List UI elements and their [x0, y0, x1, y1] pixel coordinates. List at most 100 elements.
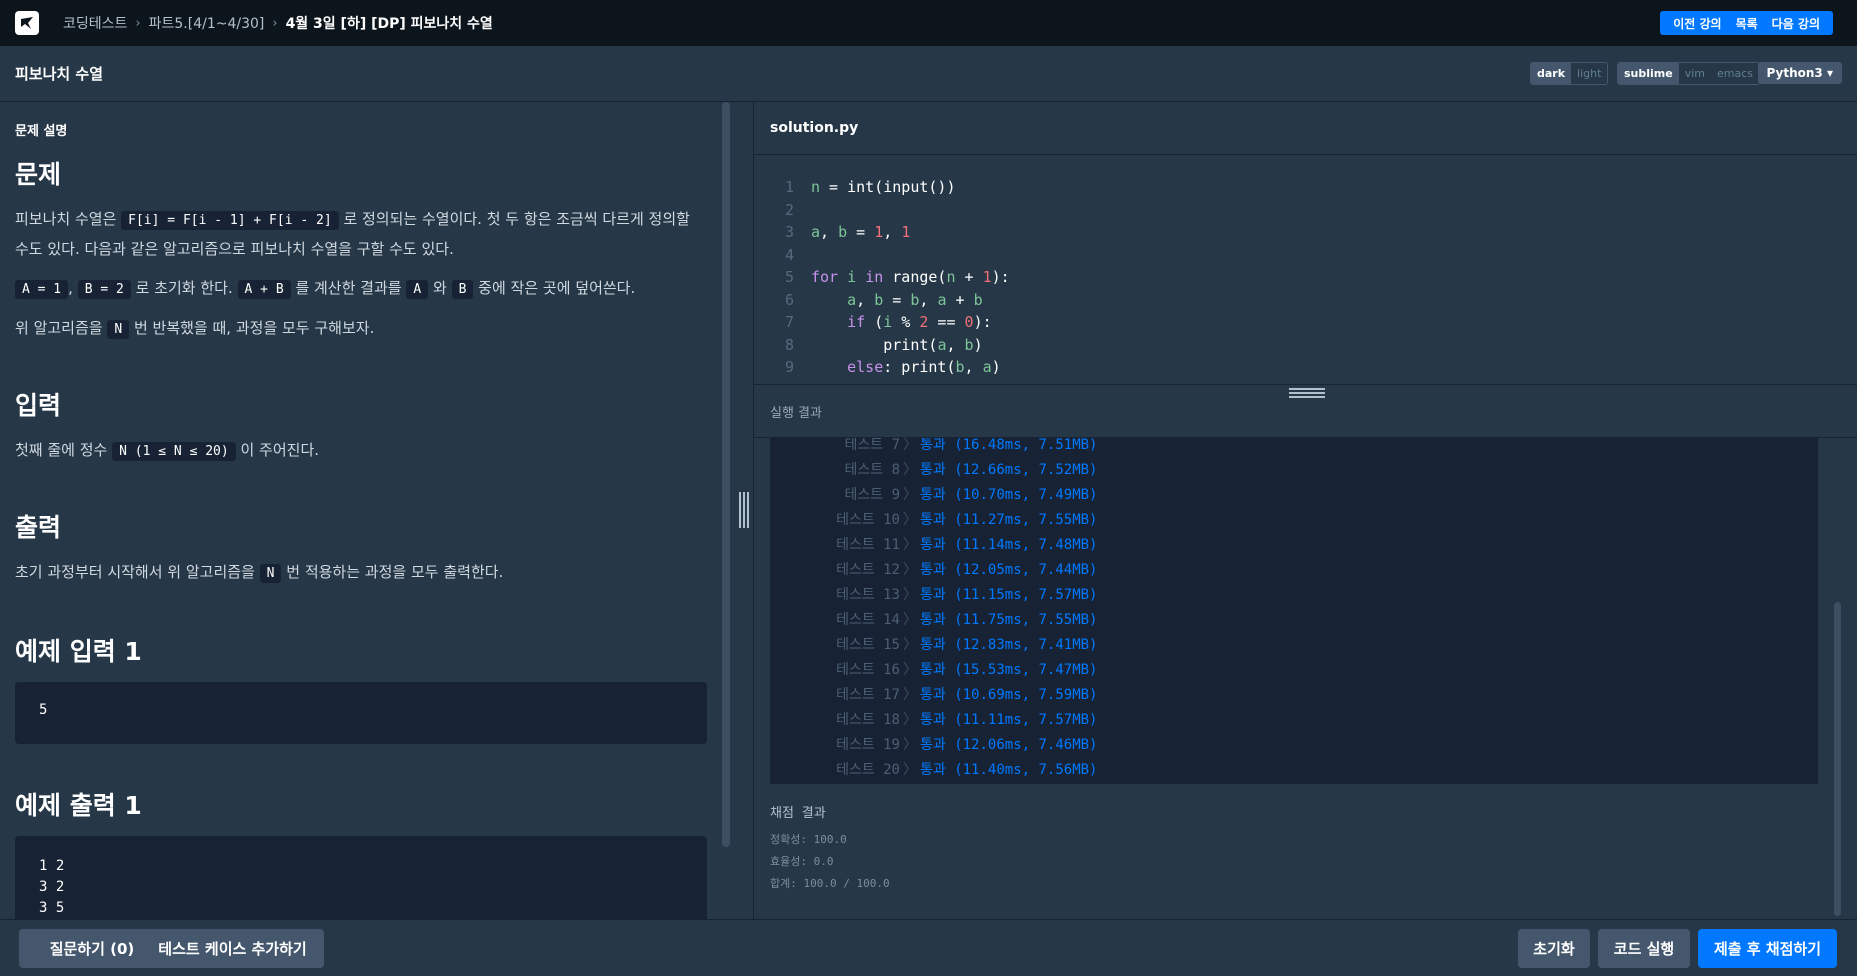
problem-paragraph-3: 위 알고리즘을 N 번 반복했을 때, 과정을 모두 구해보자. — [15, 314, 707, 344]
heading-output: 출력 — [15, 513, 62, 542]
example-output-block: 1 2 3 2 3 5 8 5 — [15, 836, 707, 919]
test-result-row: 테스트 9 〉 통과 (10.70ms, 7.49MB) — [770, 483, 1818, 508]
chevron-right-icon: 〉 — [903, 562, 917, 578]
test-result-row: 테스트 15 〉 통과 (12.83ms, 7.41MB) — [770, 633, 1818, 658]
next-lesson-button[interactable]: 다음 강의 — [1765, 15, 1827, 32]
example-input-block: 5 — [15, 682, 707, 744]
chevron-right-icon: 〉 — [903, 487, 917, 503]
grade-title: 채점 결과 — [770, 806, 826, 821]
test-name: 테스트 15 — [836, 637, 900, 653]
test-result: 통과 (10.69ms, 7.59MB) — [920, 687, 1098, 703]
problem-scrollbar[interactable] — [722, 102, 730, 847]
test-results-list[interactable]: 테스트 7 〉 통과 (16.48ms, 7.51MB) 테스트 8 〉 통과 (12.6… — [770, 438, 1818, 784]
file-name: solution.py — [754, 102, 1857, 155]
chevron-right-icon: 〉 — [903, 662, 917, 678]
grade-efficiency: 효율성: 0.0 — [770, 855, 834, 868]
theme-dark-option[interactable]: dark — [1531, 63, 1572, 84]
test-result-row: 테스트 10 〉 통과 (11.27ms, 7.55MB) — [770, 508, 1818, 533]
run-code-button[interactable]: 코드 실행 — [1598, 929, 1690, 968]
test-name: 테스트 12 — [836, 562, 900, 578]
test-result-row: 테스트 14 〉 통과 (11.75ms, 7.55MB) — [770, 608, 1818, 633]
heading-example-output: 예제 출력 1 — [15, 791, 142, 820]
chevron-right-icon: 〉 — [903, 438, 917, 453]
inline-code: N (1 ≤ N ≤ 20) — [112, 442, 236, 461]
inline-code: N — [259, 564, 282, 583]
test-result: 통과 (11.75ms, 7.55MB) — [920, 612, 1098, 628]
text: 번 적용하는 과정을 모두 출력한다. — [286, 563, 504, 581]
problem-paragraph-2: A = 1, B = 2 로 초기화 한다. A + B 를 계산한 결과를 A… — [15, 274, 707, 304]
code-text: n = int(input()) — [811, 178, 956, 196]
test-name: 테스트 20 — [836, 762, 900, 778]
text: 이 주어진다. — [240, 441, 320, 459]
programmers-logo-icon[interactable] — [15, 11, 39, 35]
heading-example-input: 예제 입력 1 — [15, 637, 142, 666]
code-text: for i in range(n + 1): — [811, 268, 1010, 286]
test-result: 통과 (12.06ms, 7.46MB) — [920, 737, 1098, 753]
text: , — [68, 279, 73, 297]
test-result: 통과 (12.05ms, 7.44MB) — [920, 562, 1098, 578]
code-text: if (i % 2 == 0): — [847, 313, 992, 331]
test-name: 테스트 16 — [836, 662, 900, 678]
inline-code: N — [107, 320, 130, 339]
editor-resize-handle-icon[interactable] — [1289, 388, 1325, 398]
test-name: 테스트 11 — [836, 537, 900, 553]
code-panel: solution.py 1 n = int(input()) 2 3 a, b = … — [754, 102, 1857, 919]
code-text: a, b = 1, 1 — [811, 223, 911, 241]
chevron-right-icon: › — [272, 15, 278, 31]
test-result-row: 테스트 11 〉 통과 (11.14ms, 7.48MB) — [770, 533, 1818, 558]
panel-resize-grip-icon[interactable] — [739, 492, 749, 528]
keymap-emacs-option[interactable]: emacs — [1711, 63, 1760, 84]
code-line: 2 — [754, 199, 1857, 222]
language-select[interactable]: Python3 ▾ — [1757, 62, 1842, 84]
text: 번 반복했을 때, 과정을 모두 구해보자. — [133, 319, 375, 337]
test-result-row: 테스트 13 〉 통과 (11.15ms, 7.57MB) — [770, 583, 1818, 608]
test-result-row: 테스트 17 〉 통과 (10.69ms, 7.59MB) — [770, 683, 1818, 708]
test-result-row: 테스트 12 〉 통과 (12.05ms, 7.44MB) — [770, 558, 1818, 583]
code-line: 1 n = int(input()) — [754, 176, 1857, 199]
line-number: 5 — [784, 268, 794, 286]
chevron-right-icon: 〉 — [903, 587, 917, 603]
inline-code: A = 1 — [15, 280, 69, 299]
chevron-right-icon: 〉 — [903, 462, 917, 478]
chevron-right-icon: 〉 — [903, 537, 917, 553]
line-number: 3 — [784, 223, 794, 241]
heading-problem: 문제 — [15, 160, 62, 189]
test-result: 통과 (11.40ms, 7.56MB) — [920, 762, 1098, 778]
line-number: 1 — [784, 178, 794, 196]
code-line: 4 — [754, 244, 1857, 267]
keymap-toggle: sublime vim emacs — [1617, 62, 1761, 85]
prev-lesson-button[interactable]: 이전 강의 — [1666, 15, 1728, 32]
line-number: 6 — [784, 290, 794, 309]
code-text: a, b = b, a + b — [847, 290, 983, 309]
caret-down-icon: ▾ — [1826, 66, 1833, 80]
keymap-vim-option[interactable]: vim — [1678, 63, 1711, 84]
breadcrumb-coding-test[interactable]: 코딩테스트 › — [63, 13, 149, 33]
test-result: 통과 (12.66ms, 7.52MB) — [920, 462, 1098, 478]
breadcrumb-current: 4월 3일 [하] [DP] 피보나치 수열 — [285, 16, 493, 32]
test-result: 통과 (15.53ms, 7.47MB) — [920, 662, 1098, 678]
line-number: 9 — [784, 358, 794, 376]
test-result: 통과 (11.27ms, 7.55MB) — [920, 512, 1098, 528]
chevron-right-icon: 〉 — [903, 637, 917, 653]
inline-code: A — [406, 280, 429, 299]
test-result: 통과 (11.11ms, 7.57MB) — [920, 712, 1098, 728]
code-line: 8 print(a, b) — [754, 334, 1857, 357]
keymap-sublime-option[interactable]: sublime — [1618, 63, 1679, 84]
add-testcase-button[interactable]: 테스트 케이스 추가하기 — [141, 929, 324, 968]
run-result-label: 실행 결과 — [770, 405, 822, 421]
theme-light-option[interactable]: light — [1571, 63, 1608, 84]
submit-button[interactable]: 제출 후 채점하기 — [1698, 929, 1837, 968]
code-panel-scrollbar[interactable] — [1834, 602, 1841, 916]
problem-panel: 문제 설명 문제 피보나치 수열은 F[i] = F[i - 1] + F[i … — [0, 102, 735, 919]
inline-code: A + B — [237, 280, 291, 299]
grade-result: 채점 결과 정확성: 100.0 효율성: 0.0 합계: 100.0 / 10… — [770, 802, 890, 895]
line-number: 4 — [784, 245, 794, 264]
list-button[interactable]: 목록 — [1729, 15, 1765, 32]
code-text: else: print(b, a) — [847, 358, 1001, 376]
reset-button[interactable]: 초기화 — [1518, 929, 1590, 968]
breadcrumb-part[interactable]: 파트5.[4/1~4/30] › — [149, 13, 286, 33]
text: 첫째 줄에 정수 — [15, 441, 108, 459]
code-editor[interactable]: 1 n = int(input()) 2 3 a, b = 1, 1 4 5 for … — [754, 156, 1857, 384]
